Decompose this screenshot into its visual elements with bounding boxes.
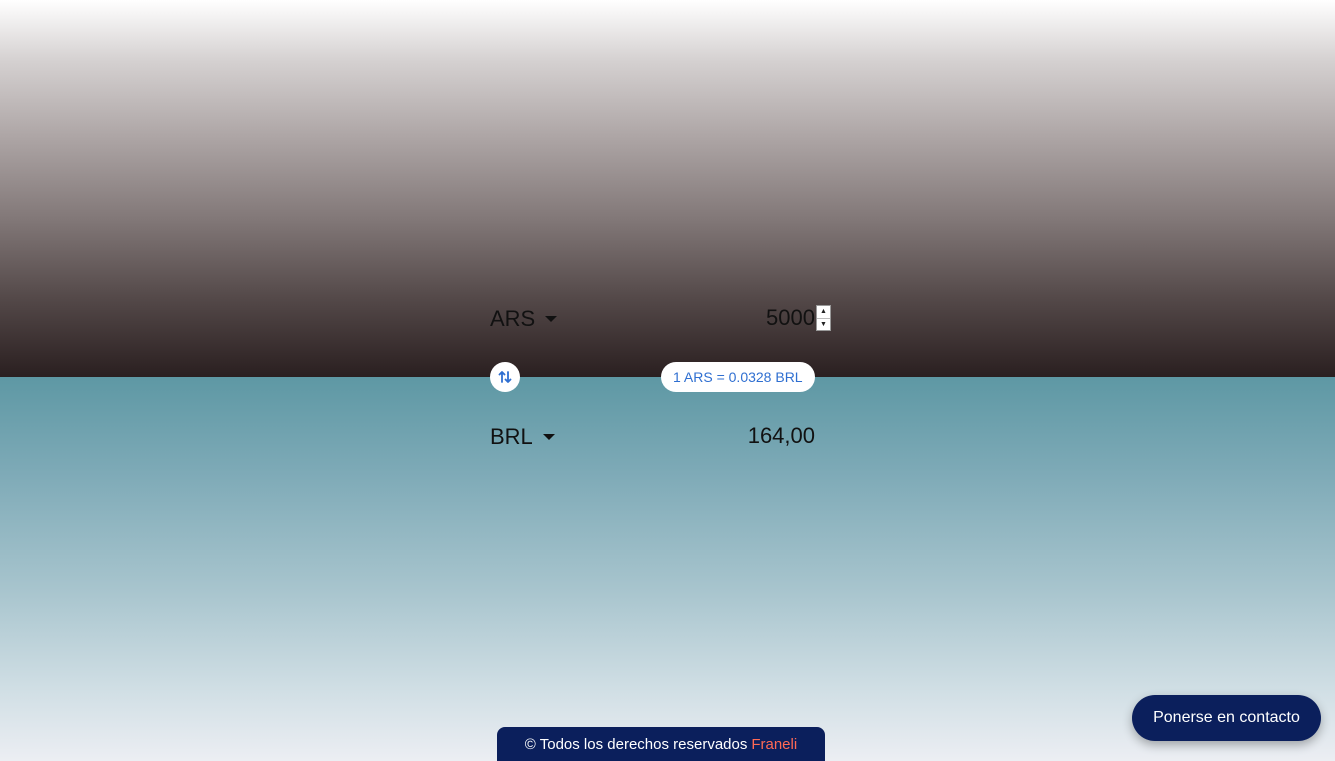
from-currency-label: ARS [490, 306, 536, 331]
converted-amount: 164,00 [747, 423, 815, 448]
decrement-arrow-icon[interactable]: ▼ [817, 317, 830, 331]
from-currency-select[interactable]: ARS [490, 306, 558, 332]
currency-converter: ARS ▲ ▼ 1 ARS = 0.0328 BRL BRL 164,00 [490, 300, 835, 460]
caret-down-icon [545, 316, 558, 322]
to-currency-label: BRL [490, 424, 533, 449]
amount-field-wrapper: ▲ ▼ [735, 305, 831, 331]
exchange-rate-badge: 1 ARS = 0.0328 BRL [661, 362, 815, 392]
contact-button[interactable]: Ponerse en contacto [1132, 695, 1321, 741]
caret-down-icon [542, 434, 555, 440]
copyright-text: © Todos los derechos reservados [524, 735, 748, 753]
swap-currencies-button[interactable] [490, 362, 520, 392]
swap-vertical-arrows-icon [498, 371, 512, 383]
amount-input[interactable] [735, 306, 815, 330]
increment-arrow-icon[interactable]: ▲ [817, 306, 830, 318]
amount-spinner[interactable]: ▲ ▼ [816, 305, 831, 331]
brand-link[interactable]: Franeli [751, 736, 797, 753]
footer-copyright: © Todos los derechos reservados Franeli [497, 727, 825, 761]
to-currency-select[interactable]: BRL [490, 424, 555, 450]
